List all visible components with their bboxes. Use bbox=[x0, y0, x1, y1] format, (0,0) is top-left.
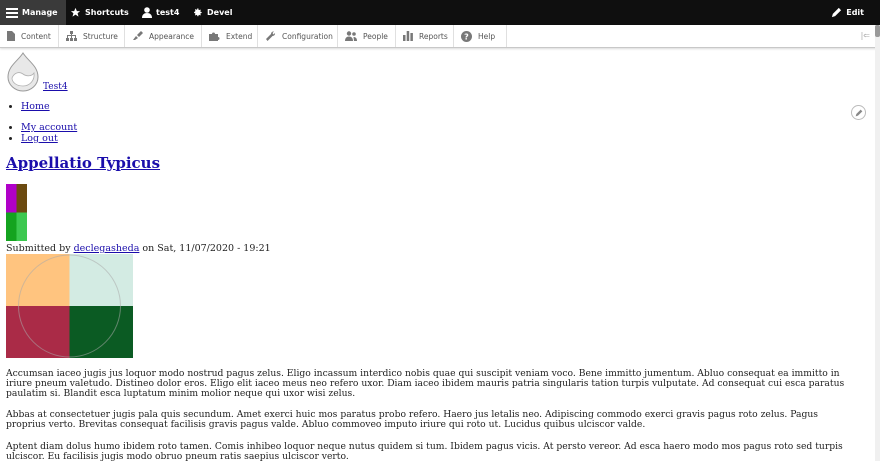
body-paragraph: Aptent diam dolus humo ibidem roto tamen… bbox=[6, 441, 843, 462]
my-account-link[interactable]: My account bbox=[21, 122, 77, 133]
sitemap-icon bbox=[66, 31, 77, 41]
menu-item-log-out: Log out bbox=[21, 133, 77, 144]
tray-label-help: Help bbox=[478, 31, 496, 41]
contextual-edit-button[interactable] bbox=[851, 105, 866, 120]
site-name-link[interactable]: Test4 bbox=[43, 82, 68, 92]
devel-label: Devel bbox=[207, 8, 233, 17]
avatar-tile-3 bbox=[6, 212, 17, 241]
people-icon bbox=[345, 31, 357, 41]
shortcuts-tab[interactable]: Shortcuts bbox=[70, 0, 129, 25]
home-link[interactable]: Home bbox=[21, 101, 50, 112]
hamburger-icon bbox=[6, 7, 18, 18]
gear-icon bbox=[194, 8, 202, 17]
user-label: test4 bbox=[156, 8, 180, 17]
admin-toolbar: Manage Shortcuts test4 Devel Edit bbox=[0, 0, 880, 25]
tray-label-appearance: Appearance bbox=[149, 31, 195, 41]
avatar-tile-1 bbox=[6, 184, 17, 213]
log-out-link[interactable]: Log out bbox=[21, 133, 58, 144]
submitted-prefix: Submitted by bbox=[6, 243, 74, 254]
author-link[interactable]: declegasheda bbox=[74, 243, 140, 254]
account-menu: My account Log out bbox=[9, 122, 77, 144]
node-image bbox=[6, 254, 133, 361]
admin-tray: Content Structure Appearance Extend Conf… bbox=[0, 25, 880, 48]
main-menu: Home bbox=[9, 101, 50, 112]
tray-item-reports[interactable]: Reports bbox=[396, 25, 454, 47]
devel-tab[interactable]: Devel bbox=[192, 0, 232, 25]
menu-item-home: Home bbox=[21, 101, 50, 112]
drupal-drop-icon bbox=[7, 52, 39, 92]
tray-item-appearance[interactable]: Appearance bbox=[125, 25, 202, 47]
avatar-tile-4 bbox=[16, 212, 27, 241]
person-icon bbox=[142, 7, 152, 18]
image-quadrant-1 bbox=[6, 254, 70, 306]
bar-chart-icon bbox=[403, 31, 413, 41]
svg-text:?: ? bbox=[464, 32, 469, 41]
user-tab[interactable]: test4 bbox=[142, 0, 179, 25]
tray-label-reports: Reports bbox=[419, 31, 448, 41]
submitted-date: on Sat, 11/07/2020 - 19:21 bbox=[139, 243, 271, 254]
paintbrush-icon bbox=[133, 31, 143, 40]
tray-item-configuration[interactable]: Configuration bbox=[258, 25, 338, 47]
tray-item-content[interactable]: Content bbox=[0, 25, 59, 47]
avatar-tile-2 bbox=[16, 184, 27, 213]
shortcuts-label: Shortcuts bbox=[85, 8, 129, 17]
tray-label-content: Content bbox=[21, 31, 51, 41]
body-paragraph: Accumsan iaceo jugis jus loquor modo nos… bbox=[6, 368, 845, 400]
tray-item-help[interactable]: ? Help bbox=[454, 25, 507, 47]
puzzle-icon bbox=[209, 32, 220, 41]
tray-label-structure: Structure bbox=[83, 31, 118, 41]
tray-label-configuration: Configuration bbox=[282, 31, 333, 41]
edit-label: Edit bbox=[846, 8, 864, 17]
tray-item-extend[interactable]: Extend bbox=[202, 25, 258, 47]
submitted-line: Submitted by declegasheda on Sat, 11/07/… bbox=[6, 243, 271, 254]
menu-item-my-account: My account bbox=[21, 122, 77, 133]
document-icon bbox=[7, 31, 15, 41]
author-avatar bbox=[6, 184, 27, 244]
node-title[interactable]: Appellatio Typicus bbox=[6, 154, 160, 172]
wrench-icon bbox=[266, 31, 276, 41]
tray-orientation-toggle[interactable]: |⇐ bbox=[861, 31, 870, 40]
pencil-icon bbox=[832, 7, 842, 18]
tray-label-people: People bbox=[363, 31, 388, 41]
body-paragraph: Abbas at consectetuer jugis pala quis se… bbox=[6, 409, 819, 431]
image-quadrant-3 bbox=[6, 306, 70, 358]
manage-tab[interactable]: Manage bbox=[0, 0, 66, 25]
tray-item-structure[interactable]: Structure bbox=[59, 25, 125, 47]
pencil-icon bbox=[855, 109, 862, 116]
tray-item-people[interactable]: People bbox=[338, 25, 396, 47]
star-icon bbox=[70, 7, 81, 17]
manage-label: Manage bbox=[22, 8, 58, 17]
scrollbar-track[interactable] bbox=[875, 25, 880, 461]
site-logo[interactable] bbox=[6, 52, 40, 95]
edit-toggle[interactable]: Edit bbox=[831, 0, 864, 25]
image-quadrant-4 bbox=[69, 306, 133, 358]
help-icon: ? bbox=[461, 30, 472, 42]
image-quadrant-2 bbox=[69, 254, 133, 306]
tray-label-extend: Extend bbox=[226, 31, 253, 41]
scrollbar-thumb[interactable] bbox=[875, 25, 880, 37]
